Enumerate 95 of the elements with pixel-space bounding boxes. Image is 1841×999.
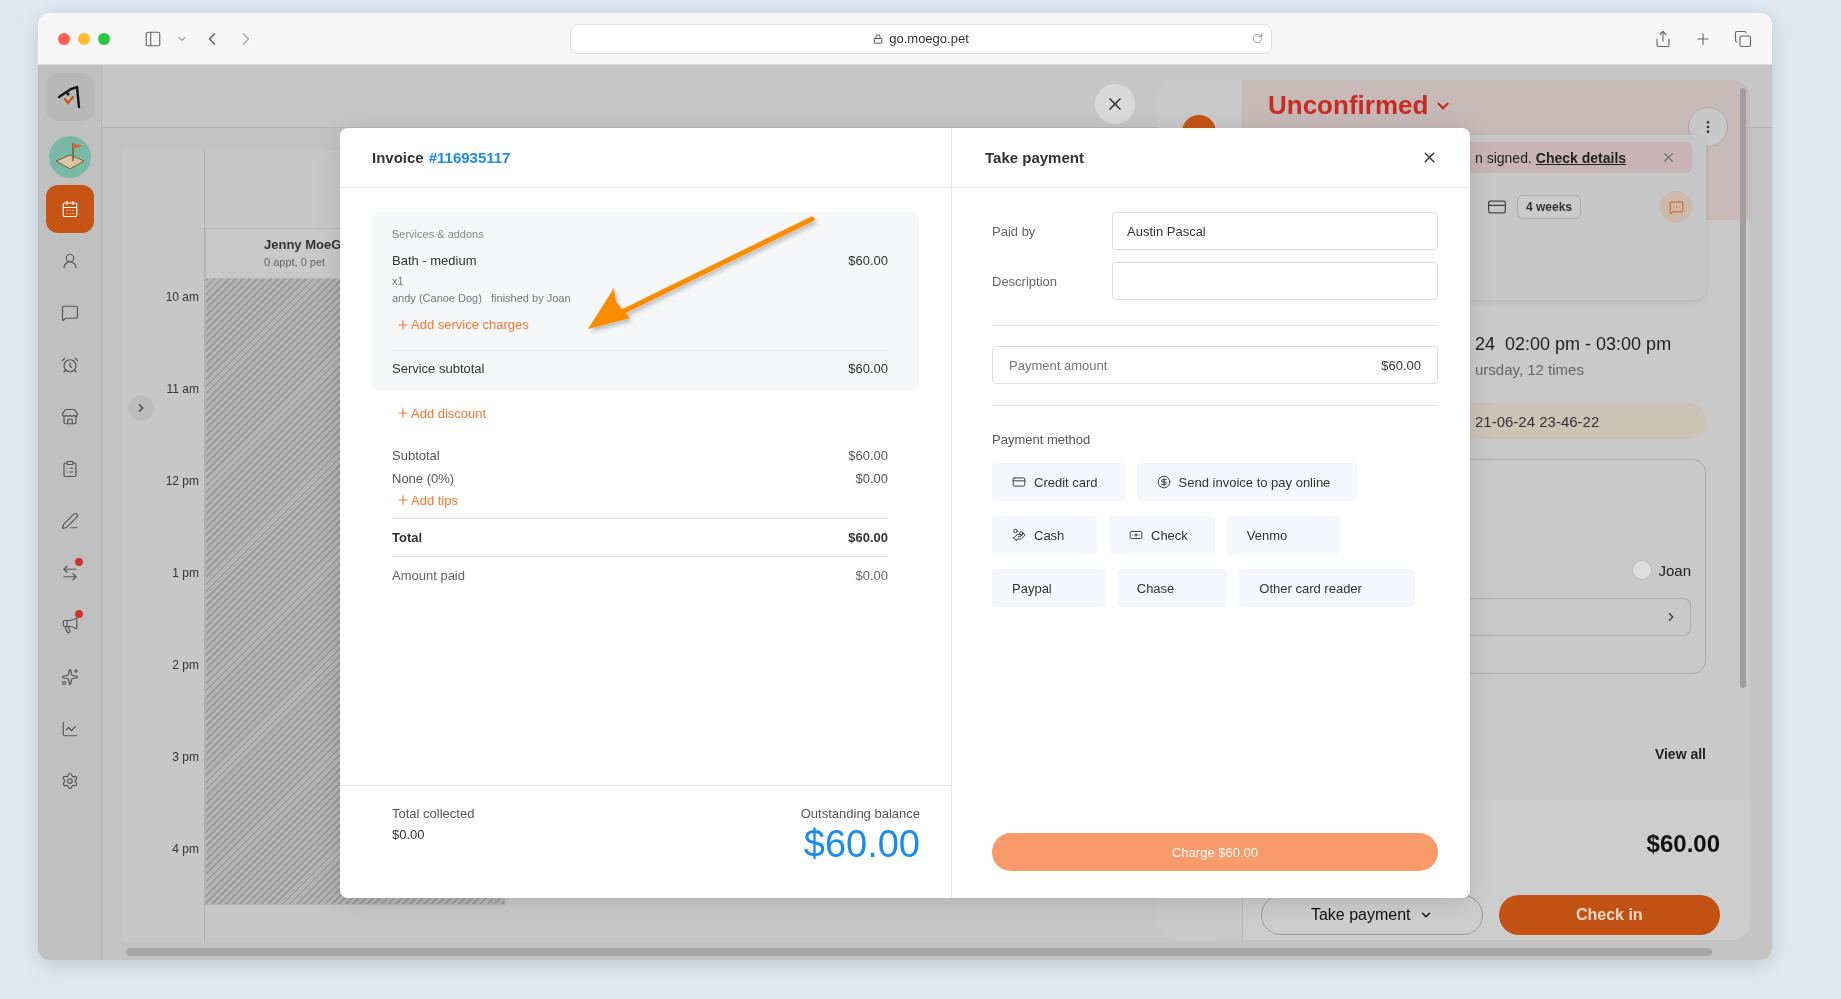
arrows-icon	[60, 564, 79, 582]
share-button[interactable]	[1654, 29, 1672, 48]
row-label: Subtotal	[392, 447, 440, 463]
row-label: Service subtotal	[392, 360, 485, 376]
plus-icon	[396, 317, 410, 332]
staff-summary: 0 appt, 0 pet	[264, 256, 326, 268]
plus-icon	[396, 406, 410, 420]
chat-button[interactable]	[1660, 191, 1692, 223]
person-icon	[60, 252, 79, 270]
stars-icon	[60, 668, 79, 686]
row-label: Amount paid	[392, 567, 465, 583]
payment-method-option[interactable]: Cash	[992, 516, 1097, 554]
outstanding-amount: $60.00	[803, 823, 920, 866]
total-value: $60.00	[848, 529, 888, 545]
service-price: $60.00	[848, 253, 888, 268]
banner-text: n signed.	[1475, 149, 1532, 166]
sidebar-panel-icon	[144, 29, 162, 48]
vertical-scrollbar[interactable]	[1740, 88, 1746, 688]
minimize-window-dot[interactable]	[78, 32, 90, 45]
time-label: 10 am	[165, 290, 200, 306]
clipboard-icon	[60, 460, 79, 478]
tabs-icon	[1734, 29, 1752, 48]
row-value: $60.00	[848, 447, 888, 463]
hand-coins-icon	[1012, 528, 1026, 542]
view-all-link[interactable]: View all	[1654, 746, 1706, 762]
url-text: go.moego.pet	[889, 31, 969, 46]
share-icon	[1654, 29, 1672, 48]
chart-icon	[60, 720, 79, 738]
total-collected-value: $0.00	[392, 827, 425, 842]
check-details-link[interactable]: Check details	[1535, 149, 1627, 166]
time-label: 12 pm	[165, 474, 200, 490]
horizontal-scrollbar[interactable]	[126, 948, 1712, 956]
expand-button[interactable]	[128, 395, 154, 421]
payment-method-option[interactable]: Check	[1109, 516, 1215, 554]
book-flag-icon	[47, 135, 92, 179]
pen-icon	[60, 512, 79, 530]
row-value: $60.00	[848, 360, 888, 376]
row-value: $0.00	[855, 470, 888, 486]
close-window-dot[interactable]	[58, 32, 70, 45]
payment-method-option[interactable]: Venmo	[1226, 516, 1341, 554]
service-quantity: x1	[392, 275, 405, 287]
sidebar-item[interactable]	[45, 73, 94, 121]
sidebar-toggle-button[interactable]	[144, 29, 162, 48]
input-field[interactable]	[1112, 262, 1438, 300]
address-bar[interactable]: go.moego.pet	[570, 23, 1272, 54]
service-name: Bath - medium	[392, 253, 477, 268]
avatar-icon	[1632, 560, 1653, 580]
chat-bubble-icon	[1668, 199, 1684, 215]
lock-icon	[873, 33, 884, 44]
service-details: andy (Canoe Dog) finished by Joan	[392, 292, 572, 304]
input-field[interactable]: Austin Pascal	[1112, 212, 1438, 250]
time-label: 3 pm	[172, 750, 200, 766]
dog-logo-icon	[56, 85, 83, 109]
row-value: $0.00	[855, 567, 888, 583]
field-label: Description	[992, 273, 1059, 289]
appointment-time: 24 02:00 pm - 03:00 pm	[1475, 334, 1672, 355]
megaphone-icon	[60, 616, 79, 634]
outstanding-label: Outstanding balance	[800, 806, 920, 821]
dollar-circle-icon	[1156, 475, 1171, 489]
close-icon[interactable]	[1661, 150, 1676, 165]
reload-icon[interactable]	[1252, 33, 1263, 44]
credit-card-icon	[1012, 475, 1026, 489]
store-icon	[60, 408, 79, 426]
more-button[interactable]	[1688, 107, 1728, 147]
total-amount: $60.00	[1646, 830, 1720, 858]
calendar-icon	[60, 200, 79, 218]
plus-icon	[396, 493, 410, 507]
zoom-window-dot[interactable]	[98, 32, 110, 45]
message-icon	[60, 304, 79, 322]
total-collected-label: Total collected	[392, 806, 475, 821]
section-label: Services & addons	[392, 228, 485, 240]
row-label: None (0%)	[392, 470, 455, 486]
payment-method-label: Payment method	[992, 432, 1092, 447]
time-label: 4 pm	[172, 842, 200, 858]
payment-amount-field[interactable]: Payment amount $60.00	[992, 346, 1438, 384]
frequency-chip: 4 weeks	[1517, 195, 1582, 219]
field-label: Paid by	[992, 223, 1037, 239]
payment-method-option[interactable]: Chase	[1116, 569, 1228, 607]
payment-method-option[interactable]: Credit card	[992, 463, 1125, 501]
time-label: 2 pm	[172, 658, 200, 674]
settings-icon	[60, 772, 79, 790]
tabs-overview-button[interactable]	[1734, 29, 1752, 48]
payment-method-option[interactable]: Other card reader	[1239, 569, 1415, 607]
alarm-clock-icon	[60, 356, 79, 374]
staff-name: Joan	[1658, 561, 1691, 579]
time-label: 1 pm	[172, 566, 200, 582]
total-label: Total	[392, 529, 423, 545]
cheque-icon	[1129, 528, 1143, 542]
payment-method-option[interactable]: Paypal	[992, 569, 1105, 607]
repeat-text: ursday, 12 times	[1475, 361, 1584, 378]
staff-name: Jenny MoeG	[264, 237, 342, 252]
invoice-title: Invoice #116935117	[372, 149, 511, 166]
time-label: 11 am	[166, 382, 200, 398]
take-payment-title: Take payment	[985, 149, 1084, 166]
payment-method-option[interactable]: Send invoice to pay online	[1136, 463, 1358, 501]
